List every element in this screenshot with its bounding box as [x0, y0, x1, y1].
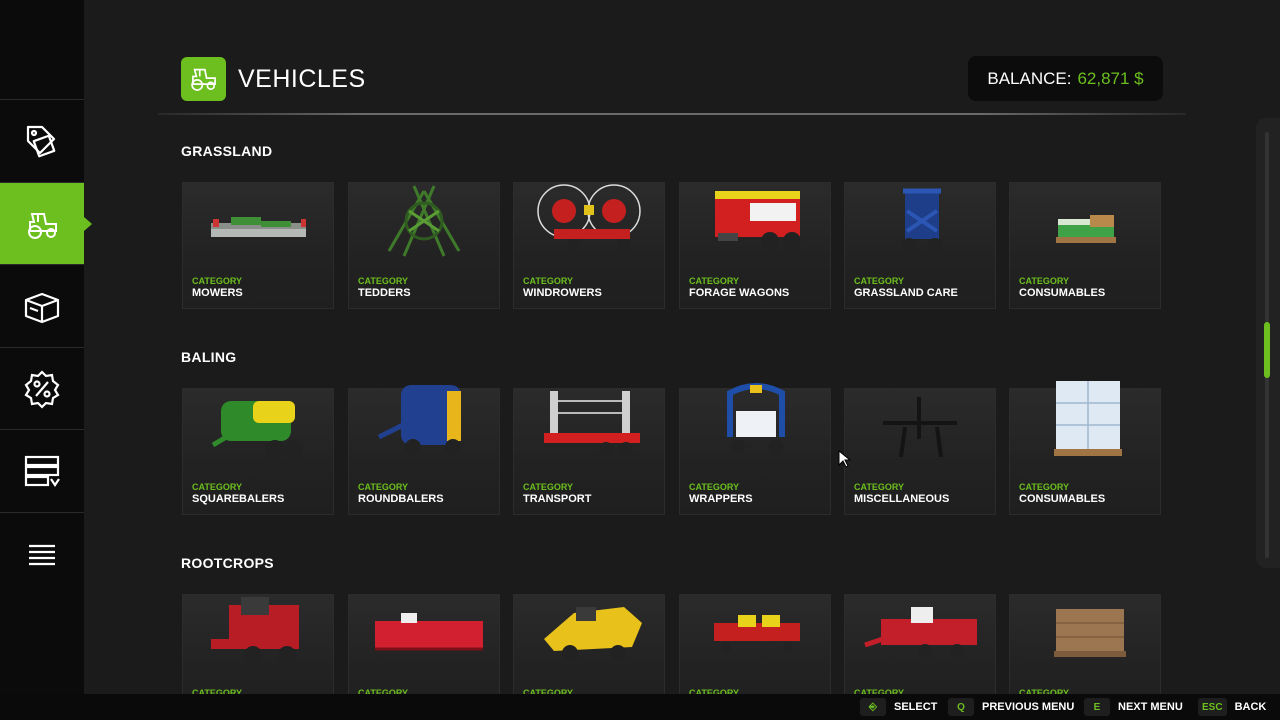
balance-display: BALANCE: 62,871 $ — [968, 56, 1163, 101]
category-card-mowers[interactable]: CATEGORY MOWERS — [182, 182, 334, 309]
card-category-label: CATEGORY — [523, 482, 574, 492]
mouse-cursor-icon — [838, 450, 852, 468]
tractor-icon — [28, 212, 57, 239]
mower-image — [211, 217, 306, 237]
card-category-label: CATEGORY — [358, 482, 409, 492]
sidebar-item-vehicles[interactable] — [0, 182, 92, 264]
card-category-label: CATEGORY — [854, 276, 905, 286]
card-category-label: CATEGORY — [523, 276, 574, 286]
section-title-baling: BALING — [181, 349, 237, 365]
balance-value: 62,871 $ — [1077, 68, 1144, 88]
beet-header-image — [375, 613, 483, 651]
category-card-consumables-baling[interactable]: CATEGORY CONSUMABLES — [1009, 381, 1161, 515]
hint-label: SELECT — [894, 701, 938, 713]
hint-select[interactable]: ⎆ SELECT — [860, 694, 937, 720]
mouse-click-icon: ⎆ — [860, 698, 886, 716]
section-title-grassland: GRASSLAND — [181, 143, 273, 159]
beet-harvester-image — [211, 597, 299, 664]
sidebar — [0, 0, 92, 694]
key-esc: ESC — [1198, 698, 1227, 716]
roundbaler-image — [377, 385, 461, 455]
planter-image — [714, 615, 800, 652]
card-category-label: CATEGORY — [192, 276, 243, 286]
card-category-label: CATEGORY — [854, 482, 905, 492]
card-category-label: CATEGORY — [192, 482, 243, 492]
yellow-harvester-image — [544, 607, 642, 661]
card-label: WINDROWERS — [523, 287, 602, 299]
wooden-crate-image — [1054, 609, 1126, 657]
card-category-label: CATEGORY — [1019, 482, 1070, 492]
sidebar-item-menu[interactable] — [0, 512, 84, 594]
hint-previous-menu[interactable]: Q PREVIOUS MENU — [948, 694, 1074, 720]
card-label: TRANSPORT — [523, 493, 592, 505]
card-category-label: CATEGORY — [689, 482, 740, 492]
card-label: GRASSLAND CARE — [854, 287, 958, 299]
category-card-transport[interactable]: CATEGORY TRANSPORT — [513, 388, 665, 515]
card-label: ROUNDBALERS — [358, 493, 444, 505]
garage-list-icon — [24, 455, 60, 487]
card-label: CONSUMABLES — [1019, 287, 1106, 299]
percent-sale-icon — [24, 369, 60, 409]
card-label: SQUAREBALERS — [192, 493, 285, 505]
card-label: WRAPPERS — [689, 493, 753, 505]
sidebar-item-sales[interactable] — [0, 347, 84, 429]
menu-lines-icon — [29, 544, 55, 565]
hint-label: BACK — [1234, 701, 1267, 713]
hint-back[interactable]: ESC BACK — [1198, 694, 1266, 720]
key-e: E — [1084, 698, 1110, 716]
hint-label: PREVIOUS MENU — [982, 701, 1075, 713]
header-divider — [158, 113, 1186, 115]
potato-harvester-image — [864, 607, 977, 658]
key-q: Q — [948, 698, 974, 716]
category-card-grassland-care[interactable]: CATEGORY GRASSLAND CARE — [844, 182, 996, 309]
package-box-icon — [24, 292, 60, 323]
category-card-forage-wagons[interactable]: CATEGORY FORAGE WAGONS — [679, 182, 831, 309]
category-card-tedders[interactable]: CATEGORY TEDDERS — [348, 182, 500, 309]
squarebaler-image — [211, 401, 302, 458]
tractor-icon — [190, 68, 216, 91]
sidebar-item-garage[interactable] — [0, 429, 84, 511]
forage-wagon-image — [715, 191, 801, 250]
card-category-label: CATEGORY — [358, 276, 409, 286]
scrollbar-thumb[interactable] — [1264, 322, 1270, 378]
card-label: MISCELLANEOUS — [854, 493, 950, 505]
category-card-wrappers[interactable]: CATEGORY WRAPPERS — [679, 383, 831, 515]
category-card-squarebalers[interactable]: CATEGORY SQUAREBALERS — [182, 388, 334, 515]
transport-trailer-image — [544, 391, 640, 456]
card-label: TEDDERS — [358, 287, 411, 299]
sidebar-item-tools[interactable] — [0, 264, 84, 346]
windrower-image — [537, 184, 641, 251]
page-title: VEHICLES — [238, 65, 366, 93]
tedder-image — [387, 185, 461, 257]
consumables-pallet-image — [1056, 215, 1116, 243]
category-card-roundbalers[interactable]: CATEGORY ROUNDBALERS — [348, 385, 500, 515]
card-label: FORAGE WAGONS — [689, 287, 790, 299]
section-title-rootcrops: ROOTCROPS — [181, 555, 274, 571]
miscellaneous-frame-image — [883, 397, 957, 458]
category-card-consumables[interactable]: CATEGORY CONSUMABLES — [1009, 182, 1161, 309]
input-hints-bar: ⎆ SELECT Q PREVIOUS MENU E NEXT MENU ESC… — [0, 694, 1280, 720]
grassland-care-image — [902, 188, 942, 252]
card-category-label: CATEGORY — [689, 276, 740, 286]
balance-label: BALANCE: — [987, 68, 1072, 88]
consumables-pallet-image — [1054, 381, 1122, 456]
hint-label: NEXT MENU — [1118, 701, 1183, 713]
vehicles-header-icon — [181, 57, 226, 101]
sidebar-item-shop[interactable] — [0, 99, 84, 181]
card-label: MOWERS — [192, 287, 243, 299]
category-card-miscellaneous[interactable]: CATEGORY MISCELLANEOUS — [844, 388, 996, 515]
wrapper-image — [727, 383, 785, 454]
hint-next-menu[interactable]: E NEXT MENU — [1084, 694, 1183, 720]
shop-tag-icon — [26, 125, 56, 157]
category-card-windrowers[interactable]: CATEGORY WINDROWERS — [513, 182, 665, 309]
card-label: CONSUMABLES — [1019, 493, 1106, 505]
card-category-label: CATEGORY — [1019, 276, 1070, 286]
